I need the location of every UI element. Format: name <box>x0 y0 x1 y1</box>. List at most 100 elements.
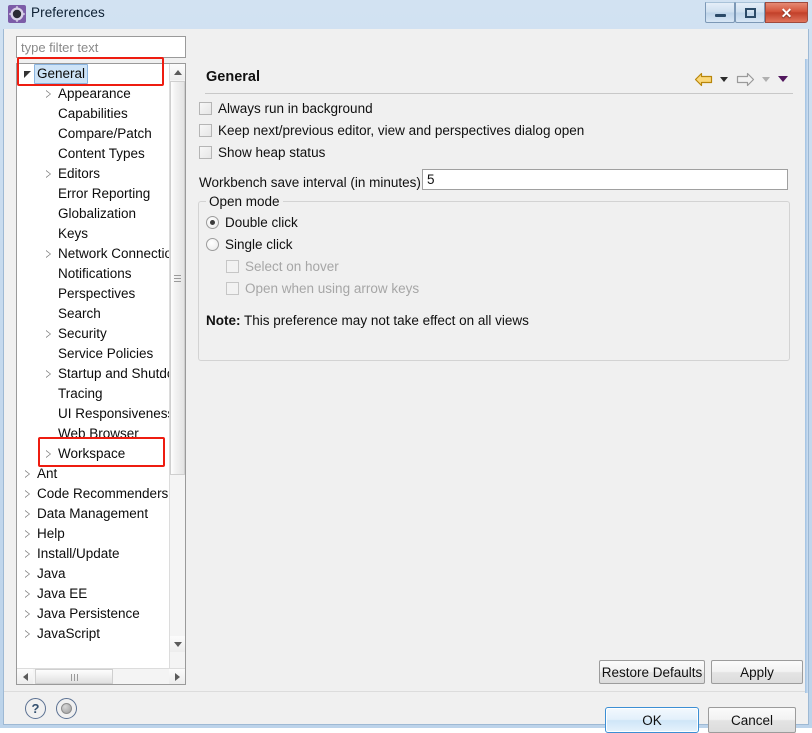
tree-item-perspectives[interactable]: Perspectives <box>17 284 170 304</box>
expand-arrow-right-icon[interactable] <box>23 524 34 544</box>
checkbox-icon[interactable] <box>199 124 212 137</box>
expand-arrow-right-icon[interactable] <box>23 604 34 624</box>
tree-item-globalization[interactable]: Globalization <box>17 204 170 224</box>
filter-box[interactable] <box>16 36 186 58</box>
tree-item-error-reporting[interactable]: Error Reporting <box>17 184 170 204</box>
tree-item-label: Search <box>58 306 101 321</box>
tree-item-compare-patch[interactable]: Compare/Patch <box>17 124 170 144</box>
tree-item-content-types[interactable]: Content Types <box>17 144 170 164</box>
tree-item-service-policies[interactable]: Service Policies <box>17 344 170 364</box>
radio-icon[interactable] <box>206 238 219 251</box>
tree-item-label: Appearance <box>58 86 131 101</box>
preferences-tree[interactable]: General Appearance Capabilities Compare/Pat… <box>16 63 186 685</box>
radio-label: Single click <box>225 237 293 252</box>
checkbox-keep-dialog-open[interactable]: Keep next/previous editor, view and pers… <box>199 123 584 138</box>
apply-button[interactable]: Apply <box>711 660 803 684</box>
view-menu-icon[interactable] <box>776 69 790 89</box>
search-input[interactable] <box>17 39 185 55</box>
expand-arrow-right-icon[interactable] <box>44 84 55 104</box>
radio-icon[interactable] <box>206 216 219 229</box>
expand-arrow-right-icon[interactable] <box>23 504 34 524</box>
tree-item-general[interactable]: General <box>17 64 170 84</box>
expand-arrow-right-icon[interactable] <box>44 364 55 384</box>
save-interval-label: Workbench save interval (in minutes): <box>199 175 425 190</box>
maximize-button[interactable] <box>735 2 765 23</box>
help-icon[interactable]: ? <box>25 698 46 719</box>
tree-item-label: JavaScript <box>37 626 101 641</box>
expand-arrow-right-icon[interactable] <box>23 544 34 564</box>
expand-arrow-right-icon[interactable] <box>23 584 34 604</box>
checkbox-always-run-in-background[interactable]: Always run in background <box>199 101 373 116</box>
expand-arrow-right-icon[interactable] <box>44 324 55 344</box>
tree-scroll-thumb[interactable] <box>170 81 185 475</box>
checkbox-show-heap-status[interactable]: Show heap status <box>199 145 325 160</box>
checkbox-icon[interactable] <box>199 146 212 159</box>
tree-item-label: Notifications <box>58 266 132 281</box>
tree-item-network-connections[interactable]: Network Connections <box>17 244 170 264</box>
expand-arrow-right-icon[interactable] <box>23 484 34 504</box>
tree-item-editors[interactable]: Editors <box>17 164 170 184</box>
scroll-left-button[interactable] <box>17 669 33 684</box>
scroll-down-button[interactable] <box>170 636 185 652</box>
expand-arrow-right-icon[interactable] <box>23 624 34 644</box>
expand-arrow-right-icon[interactable] <box>44 244 55 264</box>
dialog-vertical-scrollbar[interactable] <box>805 59 808 693</box>
tree-item-java-persistence[interactable]: Java Persistence <box>17 604 170 624</box>
scroll-up-button[interactable] <box>170 64 185 80</box>
expand-arrow-right-icon[interactable] <box>44 444 55 464</box>
expand-arrow-right-icon[interactable] <box>23 564 34 584</box>
back-dropdown-icon[interactable] <box>717 69 731 89</box>
tree-item-tracing[interactable]: Tracing <box>17 384 170 404</box>
checkbox-label: Always run in background <box>218 101 373 116</box>
tree-item-data-management[interactable]: Data Management <box>17 504 170 524</box>
checkbox-icon[interactable] <box>199 102 212 115</box>
minimize-button[interactable] <box>705 2 735 23</box>
preferences-toggle-icon[interactable] <box>56 698 77 719</box>
preferences-window: Preferences ✕ General Appearance Capabilit… <box>0 0 812 733</box>
forward-dropdown-icon[interactable] <box>759 69 773 89</box>
expand-arrow-down-icon[interactable] <box>23 64 34 84</box>
tree-item-notifications[interactable]: Notifications <box>17 264 170 284</box>
expand-arrow-right-icon[interactable] <box>44 164 55 184</box>
tree-vertical-scrollbar[interactable] <box>169 64 185 668</box>
tree-item-startup-and-shutdown[interactable]: Startup and Shutdown <box>17 364 170 384</box>
save-interval-input[interactable] <box>422 169 788 190</box>
radio-double-click[interactable]: Double click <box>206 215 298 230</box>
close-button[interactable]: ✕ <box>765 2 808 23</box>
back-arrow-icon[interactable] <box>692 69 714 89</box>
radio-single-click[interactable]: Single click <box>206 237 293 252</box>
scroll-right-button[interactable] <box>169 669 185 684</box>
title-divider <box>205 93 793 94</box>
tree-item-web-browser[interactable]: Web Browser <box>17 424 170 444</box>
restore-defaults-button[interactable]: Restore Defaults <box>599 660 705 684</box>
tree-item-install-update[interactable]: Install/Update <box>17 544 170 564</box>
tree-horizontal-scrollbar[interactable] <box>17 668 185 684</box>
tree-item-security[interactable]: Security <box>17 324 170 344</box>
checkbox-icon <box>226 260 239 273</box>
tree-item-label: Install/Update <box>37 546 120 561</box>
tree-item-java[interactable]: Java <box>17 564 170 584</box>
tree-item-java-ee[interactable]: Java EE <box>17 584 170 604</box>
tree-item-ant[interactable]: Ant <box>17 464 170 484</box>
forward-arrow-icon[interactable] <box>734 69 756 89</box>
chevron-right-icon <box>174 672 180 681</box>
cancel-button[interactable]: Cancel <box>708 707 796 733</box>
tree-item-search[interactable]: Search <box>17 304 170 324</box>
tree-item-javascript[interactable]: JavaScript <box>17 624 170 644</box>
tree-item-workspace[interactable]: Workspace <box>17 444 170 464</box>
tree-item-ui-responsiveness-monitoring[interactable]: UI Responsiveness Monitoring <box>17 404 170 424</box>
title-bar[interactable]: Preferences ✕ <box>0 0 812 29</box>
tree-item-keys[interactable]: Keys <box>17 224 170 244</box>
tree-item-help[interactable]: Help <box>17 524 170 544</box>
tree-item-code-recommenders[interactable]: Code Recommenders <box>17 484 170 504</box>
ok-button[interactable]: OK <box>605 707 699 733</box>
chevron-left-icon <box>22 672 28 681</box>
expand-arrow-right-icon[interactable] <box>23 464 34 484</box>
tree-hscroll-thumb[interactable] <box>35 669 113 684</box>
tree-item-appearance[interactable]: Appearance <box>17 84 170 104</box>
tree-item-capabilities[interactable]: Capabilities <box>17 104 170 124</box>
